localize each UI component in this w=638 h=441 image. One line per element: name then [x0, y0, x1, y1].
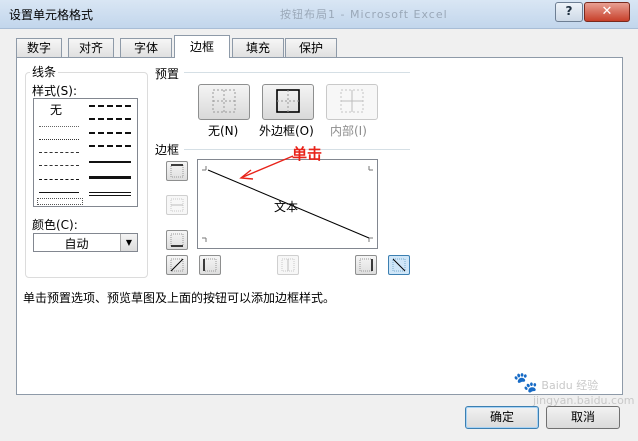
tab-number[interactable]: 数字	[16, 38, 62, 57]
border-inside-horizontal-button[interactable]	[166, 195, 188, 215]
color-label: 颜色(C):	[32, 218, 78, 232]
preset-inside-button[interactable]	[326, 84, 378, 120]
border-diagonal-down-icon	[392, 258, 406, 272]
border-left-icon	[203, 258, 217, 272]
preset-inside-icon	[340, 89, 364, 113]
line-style-none[interactable]: 无	[50, 101, 62, 118]
preset-inside-label: 内部(I)	[330, 124, 367, 138]
border-diagonal-up-button[interactable]	[166, 255, 188, 275]
line-style-thin[interactable]	[39, 192, 79, 193]
border-left-button[interactable]	[199, 255, 221, 275]
border-inside-vertical-button[interactable]	[277, 255, 299, 275]
close-button[interactable]: ✕	[584, 2, 630, 22]
line-style-dash-dot-dot[interactable]	[39, 152, 79, 153]
cancel-button[interactable]: 取消	[546, 406, 620, 429]
line-style-selected[interactable]	[37, 198, 83, 205]
border-inside-vertical-icon	[281, 258, 295, 272]
preset-outline-button[interactable]	[262, 84, 314, 120]
help-button[interactable]: ?	[555, 2, 583, 22]
line-style-list[interactable]: 无	[33, 98, 138, 207]
presets-group-label: 预置	[155, 67, 180, 81]
preset-none-label: 无(N)	[208, 124, 239, 138]
border-bottom-button[interactable]	[166, 230, 188, 250]
border-diagonal-up-icon	[170, 258, 184, 272]
line-style-medium-dash-dot-dot[interactable]	[89, 105, 131, 107]
line-style-double[interactable]	[89, 192, 131, 196]
border-right-button[interactable]	[355, 255, 377, 275]
preview-corner-bottom-right	[368, 237, 373, 242]
color-dropdown[interactable]: 自动 ▼	[33, 233, 138, 252]
background-window-title: 按钮布局1 - Microsoft Excel	[280, 8, 448, 21]
preset-none-icon	[212, 89, 236, 113]
annotation-arrow-icon	[239, 155, 294, 180]
tab-border[interactable]: 边框	[174, 35, 230, 58]
line-style-dashed[interactable]	[39, 179, 79, 180]
border-top-icon	[170, 164, 184, 178]
title-bar: 设置单元格格式 按钮布局1 - Microsoft Excel ? ✕	[0, 0, 638, 29]
preview-corner-top-right	[368, 166, 373, 171]
ok-button[interactable]: 确定	[465, 406, 539, 429]
border-group-label: 边框	[155, 143, 180, 157]
line-style-medium[interactable]	[89, 161, 131, 163]
line-style-hair[interactable]	[39, 126, 79, 127]
preset-outline-icon	[276, 89, 300, 113]
tab-protection[interactable]: 保护	[285, 38, 337, 57]
line-style-slant-dash-dot[interactable]	[89, 118, 131, 120]
border-top-button[interactable]	[166, 161, 188, 181]
border-diagonal-down-button[interactable]	[388, 255, 410, 275]
line-style-dash-dot[interactable]	[39, 165, 79, 166]
preset-none-button[interactable]	[198, 84, 250, 120]
border-inside-horizontal-icon	[170, 198, 184, 212]
line-style-dotted[interactable]	[39, 139, 79, 140]
line-style-medium-dashed[interactable]	[89, 145, 131, 147]
tab-fill[interactable]: 填充	[232, 38, 284, 57]
color-value: 自动	[64, 237, 89, 251]
preview-corner-bottom-left	[202, 237, 207, 242]
hint-text: 单击预置选项、预览草图及上面的按钮可以添加边框样式。	[23, 291, 336, 305]
presets-divider	[184, 72, 410, 73]
preview-text: 文本	[274, 200, 299, 214]
border-bottom-icon	[170, 233, 184, 247]
watermark: 🐾 Baidu 经验 jingyan.baidu.com	[513, 370, 635, 407]
tab-alignment[interactable]: 对齐	[68, 38, 114, 57]
preview-corner-top-left	[202, 166, 207, 171]
line-style-medium-dash-dot[interactable]	[89, 132, 131, 134]
chevron-down-icon[interactable]: ▼	[120, 234, 137, 251]
paw-logo-icon: 🐾	[513, 370, 538, 394]
dialog-title: 设置单元格格式	[9, 8, 94, 22]
style-label: 样式(S):	[32, 84, 78, 98]
border-right-icon	[359, 258, 373, 272]
watermark-text: Baidu 经验	[541, 379, 599, 392]
line-style-thick[interactable]	[89, 176, 131, 179]
line-group-label: 线条	[30, 63, 59, 80]
tab-font[interactable]: 字体	[120, 38, 172, 57]
preset-outline-label: 外边框(O)	[259, 124, 314, 138]
